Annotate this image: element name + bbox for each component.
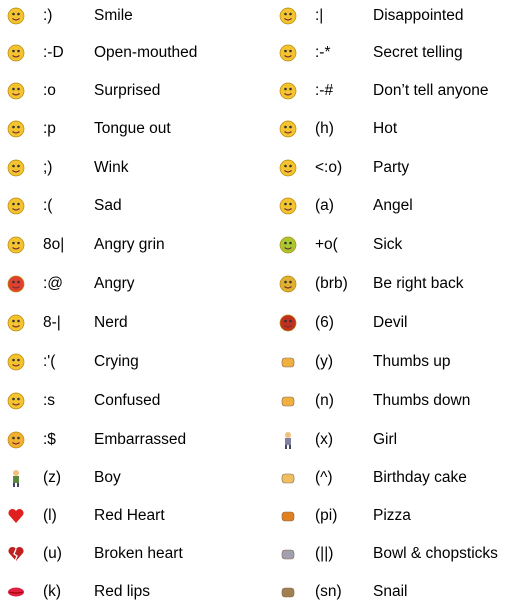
emoticon-row: :-* Secret telling: [0, 43, 516, 63]
emoticon-name: Devil: [373, 314, 408, 331]
dont-tell-anyone-icon: [279, 82, 297, 100]
emoticon-row: (y) Thumbs up: [0, 352, 516, 372]
emoticon-code: <:o): [315, 159, 343, 176]
devil-icon: [279, 314, 297, 332]
party-icon: [279, 159, 297, 177]
emoticon-name: Secret telling: [373, 44, 463, 61]
girl-icon: [279, 431, 297, 449]
emoticon-row: +o( Sick: [0, 235, 516, 255]
emoticon-row: (^) Birthday cake: [0, 468, 516, 488]
emoticon-code: (y): [315, 353, 334, 370]
emoticon-row: (sn) Snail: [0, 582, 516, 602]
emoticon-code: +o(: [315, 236, 338, 253]
snail-icon: [279, 583, 297, 601]
emoticon-name: Snail: [373, 583, 408, 600]
emoticon-row: (a) Angel: [0, 196, 516, 216]
emoticon-name: Girl: [373, 431, 398, 448]
emoticon-code: (brb): [315, 275, 348, 292]
emoticon-code: (n): [315, 392, 334, 409]
emoticon-code: (h): [315, 120, 334, 137]
thumbs-up-icon: [279, 353, 297, 371]
thumbs-down-icon: [279, 392, 297, 410]
bowl-chopsticks-icon: [279, 545, 297, 563]
be-right-back-icon: [279, 275, 297, 293]
hot-icon: [279, 120, 297, 138]
emoticon-name: Hot: [373, 120, 398, 137]
emoticon-name: Birthday cake: [373, 469, 467, 486]
emoticon-code: (^): [315, 469, 333, 486]
emoticon-code: :|: [315, 7, 324, 24]
emoticon-name: Sick: [373, 236, 403, 253]
emoticon-code: :-*: [315, 44, 331, 61]
emoticon-code: :-#: [315, 82, 334, 99]
emoticon-code: (||): [315, 545, 334, 562]
emoticon-name: Thumbs up: [373, 353, 451, 370]
emoticon-row: (||) Bowl & chopsticks: [0, 544, 516, 564]
emoticon-name: Thumbs down: [373, 392, 471, 409]
emoticon-name: Party: [373, 159, 410, 176]
emoticon-name: Pizza: [373, 507, 411, 524]
emoticon-name: Be right back: [373, 275, 464, 292]
angel-icon: [279, 197, 297, 215]
emoticon-code: (sn): [315, 583, 342, 600]
emoticon-name: Don’t tell anyone: [373, 82, 489, 99]
emoticon-row: (h) Hot: [0, 119, 516, 139]
emoticon-row: (pi) Pizza: [0, 506, 516, 526]
emoticon-name: Bowl & chopsticks: [373, 545, 498, 562]
emoticon-row: :| Disappointed: [0, 6, 516, 26]
sick-icon: [279, 236, 297, 254]
emoticon-row: (n) Thumbs down: [0, 391, 516, 411]
disappointed-icon: [279, 7, 297, 25]
birthday-cake-icon: [279, 469, 297, 487]
emoticon-row: (x) Girl: [0, 430, 516, 450]
emoticon-row: (brb) Be right back: [0, 274, 516, 294]
emoticon-code: (6): [315, 314, 334, 331]
emoticon-row: <:o) Party: [0, 158, 516, 178]
emoticon-name: Disappointed: [373, 7, 464, 24]
pizza-icon: [279, 507, 297, 525]
secret-telling-icon: [279, 44, 297, 62]
emoticon-row: (6) Devil: [0, 313, 516, 333]
emoticon-code: (pi): [315, 507, 338, 524]
emoticon-row: :-# Don’t tell anyone: [0, 81, 516, 101]
emoticon-name: Angel: [373, 197, 413, 214]
emoticon-code: (x): [315, 431, 334, 448]
emoticon-code: (a): [315, 197, 334, 214]
